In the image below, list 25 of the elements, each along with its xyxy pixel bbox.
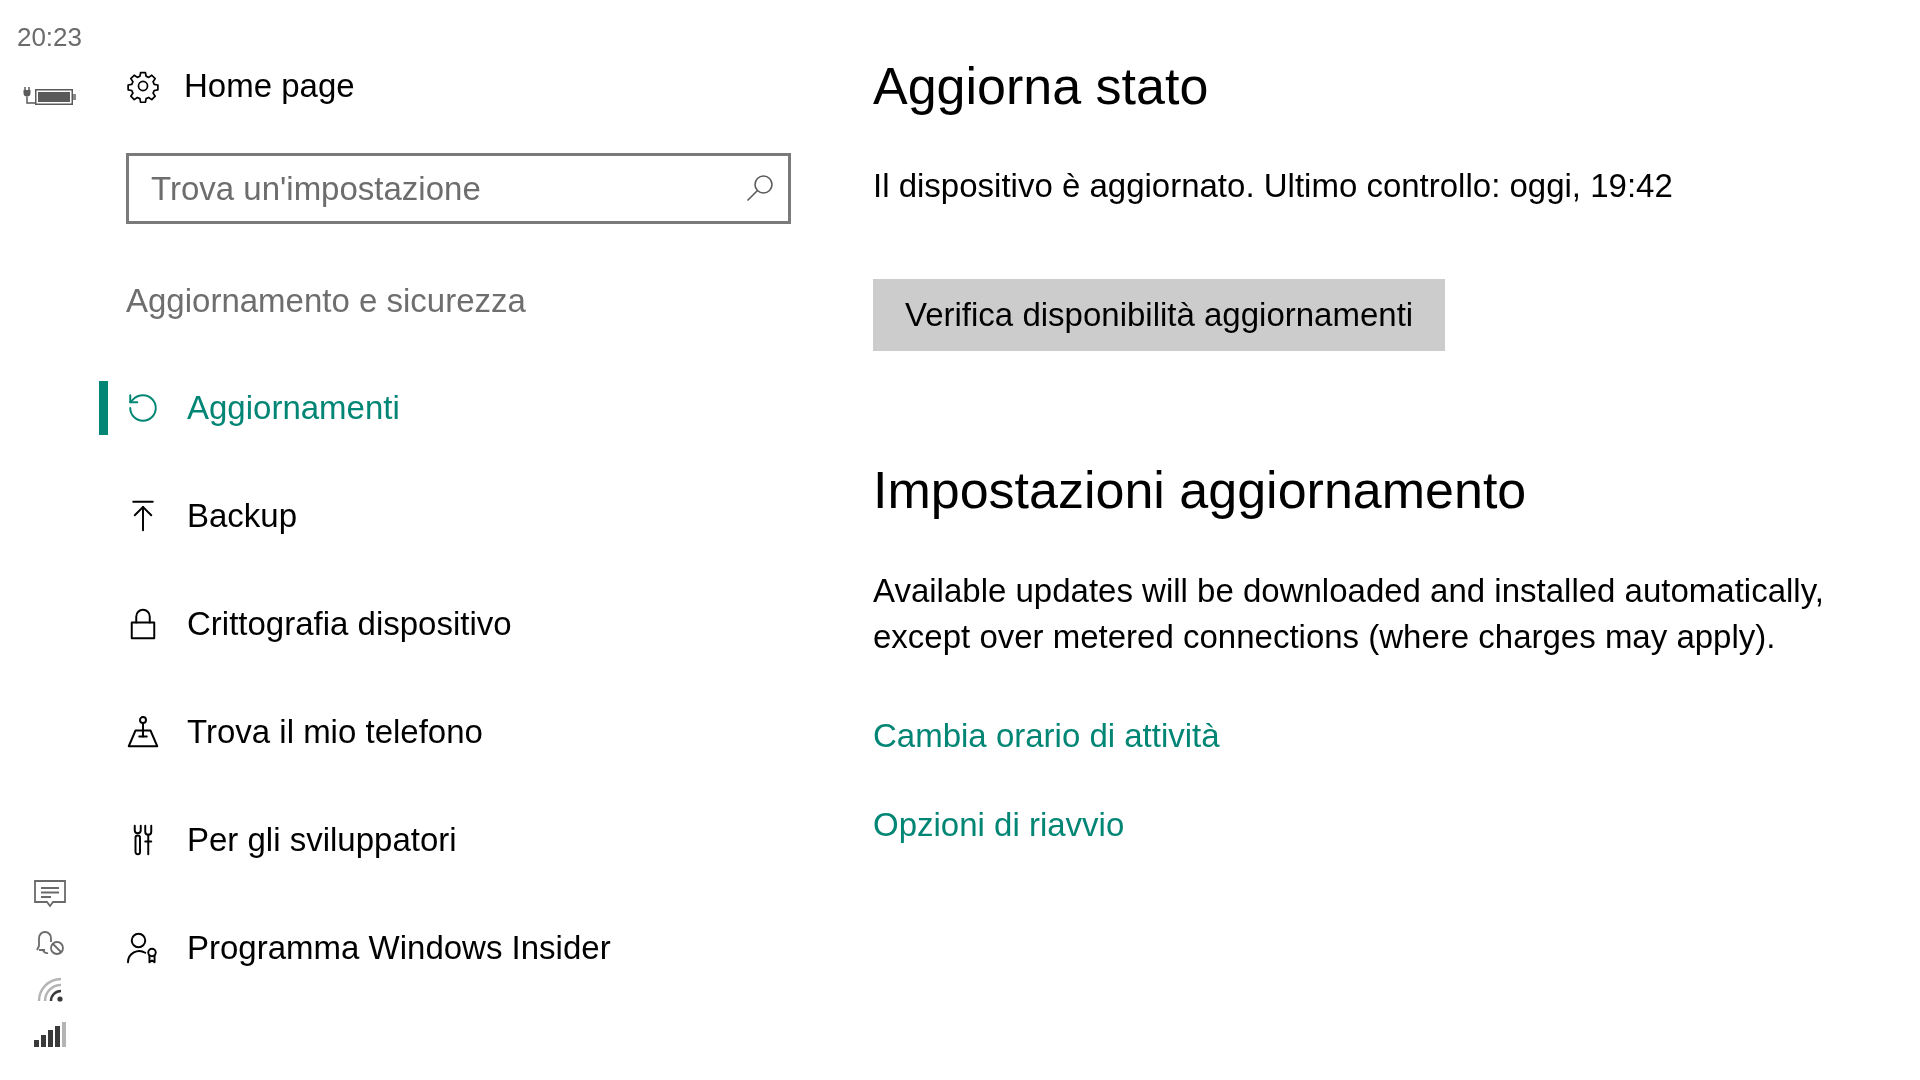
nav-item[interactable]: Programma Windows Insider (99, 921, 611, 975)
settings-link[interactable]: Cambia orario di attività (873, 716, 1220, 756)
pin-on-map-icon (125, 714, 161, 750)
nav-item[interactable]: Backup (99, 489, 611, 543)
section-heading: Aggiorna stato (873, 56, 1209, 117)
battery-charging-icon (22, 87, 77, 105)
nav-item[interactable]: Trova il mio telefono (99, 705, 611, 759)
wifi-icon (35, 976, 64, 1002)
nav-item[interactable]: Per gli sviluppatori (99, 813, 611, 867)
search-field[interactable]: Trova un'impostazione (126, 153, 791, 224)
settings-description: Available updates will be downloaded and installed automatically, except over metered connections (where charges may apply). (873, 571, 1825, 657)
settings-link[interactable]: Opzioni di riavvio (873, 805, 1125, 845)
search-icon (746, 174, 774, 202)
signal-bars-icon (33, 1022, 66, 1047)
message-icon (33, 880, 66, 908)
nav-item[interactable]: Crittografia dispositivo (99, 597, 611, 651)
home-page-link[interactable]: Home page (126, 66, 355, 106)
section-heading: Impostazioni aggiornamento (873, 460, 1527, 521)
clock-time: 20:23 (16, 22, 83, 52)
nav-item[interactable]: Aggiornamenti (99, 381, 611, 435)
update-status-text: Il dispositivo è aggiornato. Ultimo controllo: oggi, 19:42 (873, 166, 1673, 206)
gear-icon (126, 69, 160, 103)
check-updates-button[interactable]: Verifica disponibilità aggiornamenti (873, 279, 1446, 351)
bell-blocked-icon (34, 928, 65, 956)
section-title: Aggiornamento e sicurezza (126, 281, 526, 321)
